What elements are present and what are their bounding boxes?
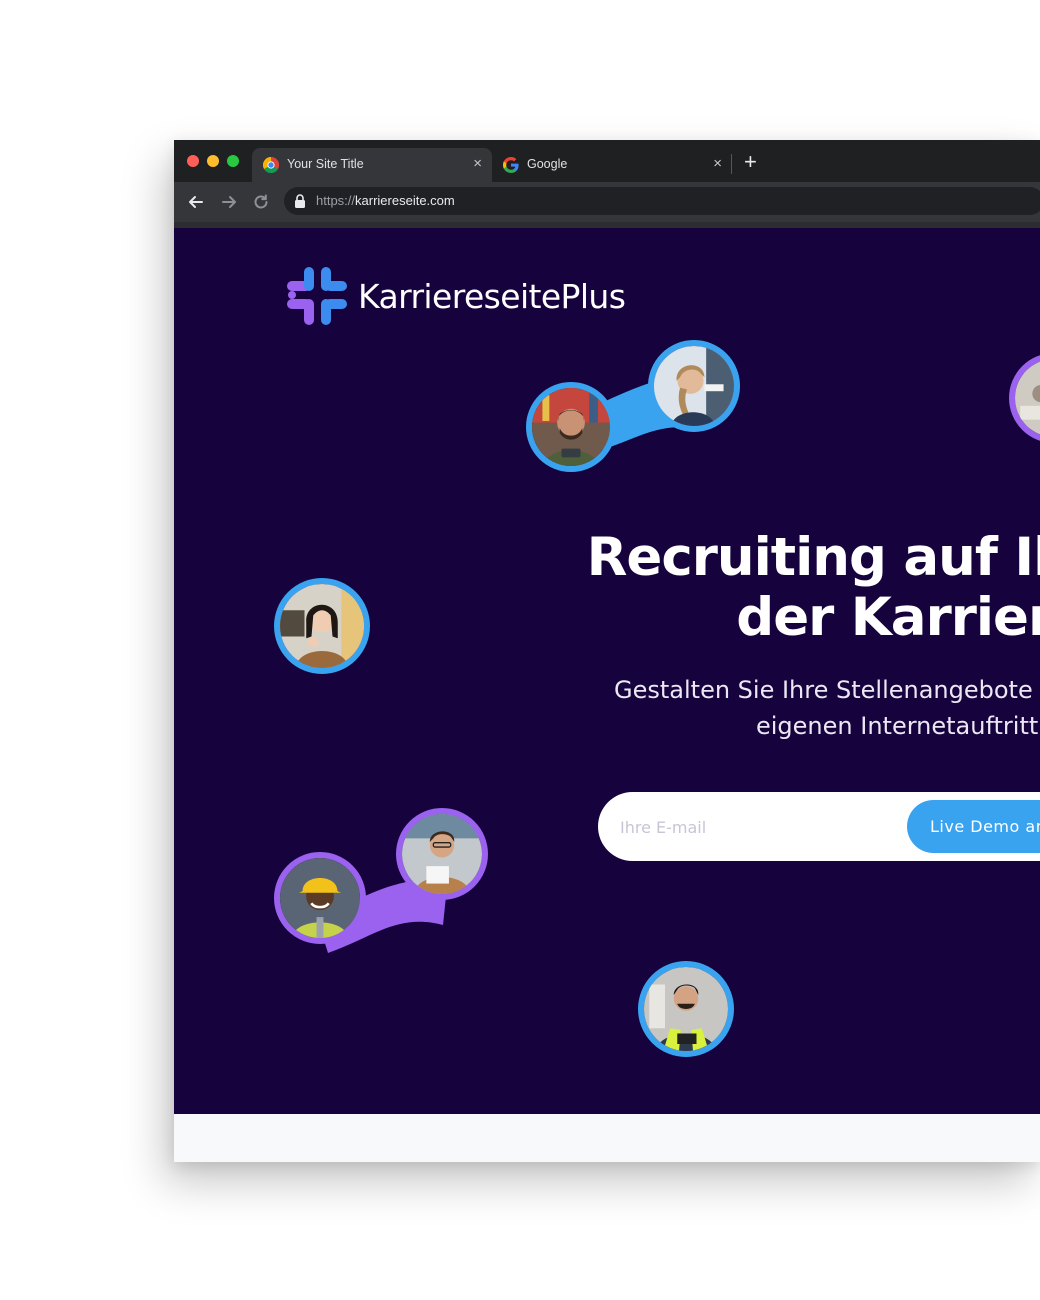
logo[interactable]: KarriereseitePlus xyxy=(284,264,626,328)
subhead-line-1: Gestalten Sie Ihre Stellenangebote xyxy=(614,676,1033,704)
tab-bar: Your Site Title × Google × + xyxy=(174,140,1040,182)
headline-line-2: der Karriereseite xyxy=(736,587,1040,648)
tab-google[interactable]: Google × xyxy=(492,148,732,182)
lock-icon xyxy=(295,194,305,208)
maximize-window-button[interactable] xyxy=(227,155,239,167)
browser-toolbar: https://karriereseite.com xyxy=(174,182,1040,222)
avatar-man-vest xyxy=(638,961,734,1057)
address-bar[interactable]: https://karriereseite.com xyxy=(284,187,1040,215)
tab-your-site-title[interactable]: Your Site Title × xyxy=(252,148,492,182)
avatar-woman-braid xyxy=(648,340,740,432)
avatar-man-beard xyxy=(526,382,616,472)
avatar-man-papers xyxy=(396,808,488,900)
close-icon[interactable]: × xyxy=(713,155,722,172)
chrome-icon xyxy=(263,157,279,173)
email-input[interactable] xyxy=(620,814,880,840)
plus-icon[interactable]: + xyxy=(744,151,757,173)
hero-headline: Recruiting auf Ihrer W der Karriereseite xyxy=(230,528,1040,648)
tab-label: Your Site Title xyxy=(287,157,364,171)
url-text: https://karriereseite.com xyxy=(316,193,455,208)
google-icon xyxy=(503,157,519,173)
back-arrow-icon[interactable] xyxy=(186,192,206,212)
tab-label: Google xyxy=(527,157,568,171)
url-scheme: https:// xyxy=(316,193,356,208)
subhead-line-2: eigenen Internetauftritt xyxy=(756,712,1039,740)
live-demo-button[interactable]: Live Demo an xyxy=(907,800,1040,853)
logo-text: KarriereseitePlus xyxy=(358,276,626,316)
close-window-button[interactable] xyxy=(187,155,199,167)
window-controls xyxy=(187,155,239,167)
reload-icon[interactable] xyxy=(251,192,271,212)
close-icon[interactable]: × xyxy=(473,155,482,172)
hero-section: KarriereseitePlus Recruiting auf I der K… xyxy=(174,228,1040,1114)
minimize-window-button[interactable] xyxy=(207,155,219,167)
hero-subheadline: Gestalten Sie Ihre Stellenangebote eigen… xyxy=(614,672,1040,744)
forward-arrow-icon[interactable] xyxy=(219,192,239,212)
avatar-man-hardhat xyxy=(274,852,366,944)
browser-window: Your Site Title × Google × + https://kar… xyxy=(174,140,1040,1162)
logo-mark-icon xyxy=(287,267,347,325)
url-host: karriereseite.com xyxy=(355,193,455,208)
demo-signup-form: Live Demo an xyxy=(598,792,1040,861)
headline-line-1: Recruiting auf Ihrer W xyxy=(586,527,1040,588)
tab-separator xyxy=(731,154,732,174)
avatar-partial-right xyxy=(1009,353,1040,443)
